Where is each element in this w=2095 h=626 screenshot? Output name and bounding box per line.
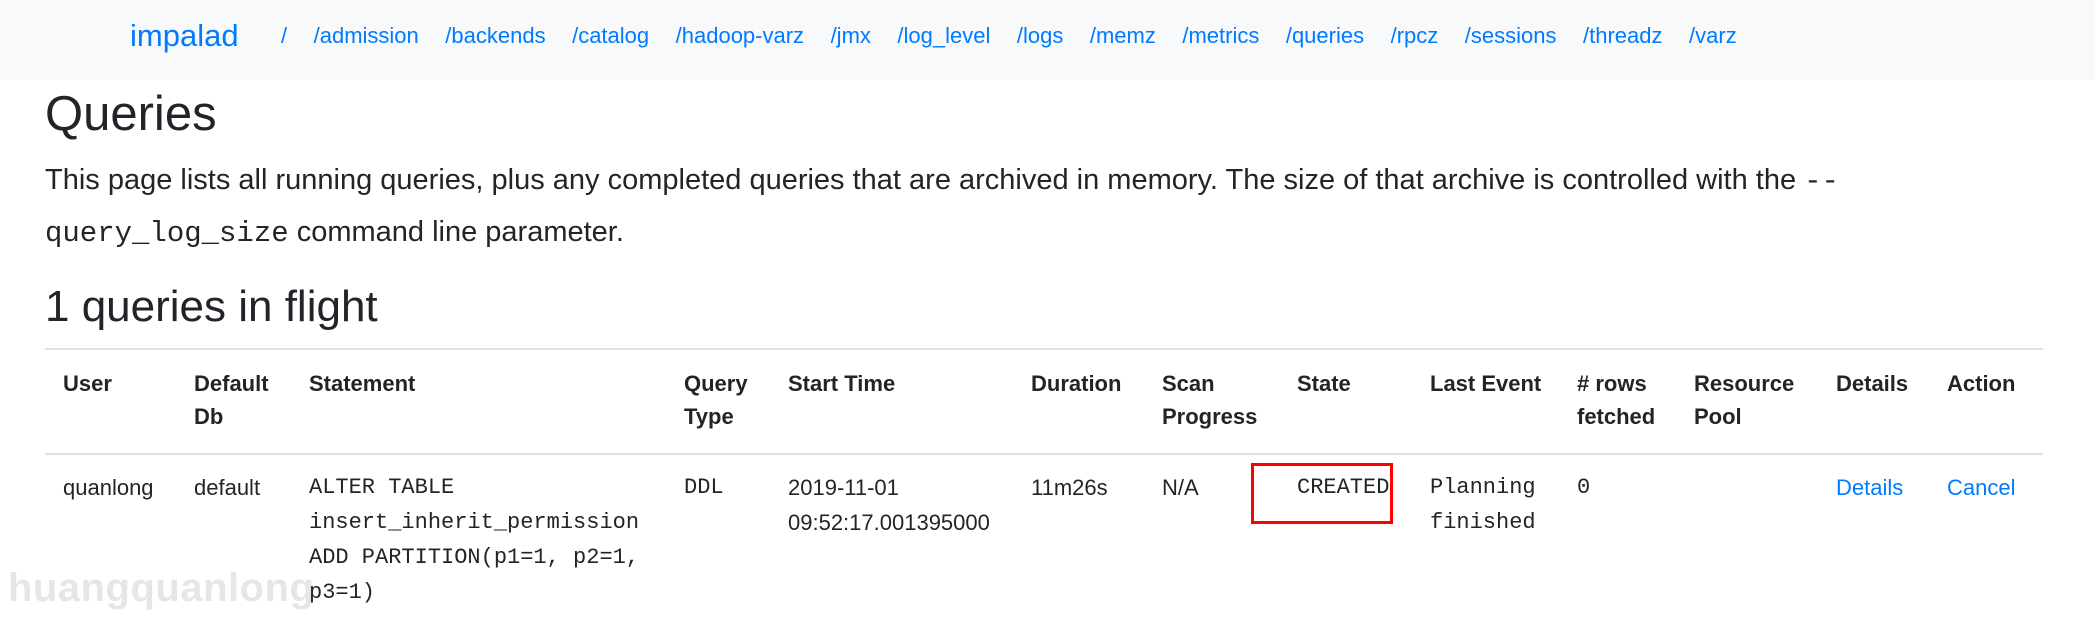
page-title: Queries: [45, 87, 217, 141]
top-navbar: impalad / /admission /backends /catalog …: [0, 0, 2095, 80]
details-link[interactable]: Details: [1836, 475, 1903, 500]
cell-details: Details: [1818, 454, 1929, 610]
cell-statement: ALTER TABLE insert_inherit_permission AD…: [309, 475, 640, 605]
description-text-before: This page lists all running queries, plu…: [45, 164, 1805, 196]
cell-state: CREATED: [1251, 454, 1412, 610]
header-details: Details: [1836, 371, 1909, 396]
nav-link-admission[interactable]: /admission: [314, 21, 419, 51]
description-text-after: command line parameter.: [288, 216, 624, 248]
header-action: Action: [1947, 371, 2016, 396]
nav-link-hadoop-varz[interactable]: /hadoop-varz: [676, 21, 804, 51]
cell-rows-fetched: 0: [1577, 475, 1591, 500]
nav-links: / /admission /backends /catalog /hadoop-…: [281, 21, 1763, 51]
queries-table: User Default Db Statement Query Type Sta…: [45, 348, 2043, 610]
header-query-type: Query Type: [684, 371, 748, 429]
nav-link-rpcz[interactable]: /rpcz: [1391, 21, 1439, 51]
cell-query-type: DDL: [684, 475, 724, 500]
nav-link-queries[interactable]: /queries: [1286, 21, 1364, 51]
nav-link-root[interactable]: /: [281, 21, 287, 51]
nav-link-jmx[interactable]: /jmx: [831, 21, 871, 51]
header-default-db: Default Db: [194, 371, 269, 429]
nav-link-backends[interactable]: /backends: [445, 21, 545, 51]
nav-link-sessions[interactable]: /sessions: [1465, 21, 1557, 51]
brand-link[interactable]: impalad: [130, 16, 239, 56]
nav-link-threadz[interactable]: /threadz: [1583, 21, 1663, 51]
header-resource-pool: Resource Pool: [1694, 371, 1795, 429]
cell-start-time: 2019-11-01 09:52:17.001395000: [788, 475, 990, 535]
header-rows-fetched: # rows fetched: [1577, 371, 1656, 429]
header-statement: Statement: [309, 371, 416, 396]
page-description: This page lists all running queries, plu…: [45, 155, 2035, 259]
highlight-annotation-box: [1251, 463, 1393, 524]
header-start-time: Start Time: [788, 371, 896, 396]
nav-link-metrics[interactable]: /metrics: [1182, 21, 1259, 51]
header-user: User: [63, 371, 112, 396]
nav-link-varz[interactable]: /varz: [1689, 21, 1737, 51]
table-header-row: User Default Db Statement Query Type Sta…: [45, 349, 2043, 454]
cell-last-event: Planning finished: [1430, 475, 1536, 535]
watermark-text: huangquanlong: [8, 566, 315, 610]
cell-action: Cancel: [1929, 454, 2043, 610]
header-last-event: Last Event: [1430, 371, 1542, 396]
header-state: State: [1297, 371, 1351, 396]
cell-resource-pool: [1676, 454, 1818, 610]
header-duration: Duration: [1031, 371, 1122, 396]
nav-link-catalog[interactable]: /catalog: [572, 21, 649, 51]
nav-link-log-level[interactable]: /log_level: [897, 21, 990, 51]
cancel-query-link[interactable]: Cancel: [1947, 475, 2015, 500]
cell-duration: 11m26s: [1031, 475, 1108, 500]
nav-link-memz[interactable]: /memz: [1090, 21, 1156, 51]
nav-link-logs[interactable]: /logs: [1017, 21, 1063, 51]
table-row: quanlong default ALTER TABLE insert_inhe…: [45, 454, 2043, 610]
section-heading: 1 queries in flight: [45, 282, 378, 331]
header-scan-progress: Scan Progress: [1162, 371, 1258, 429]
